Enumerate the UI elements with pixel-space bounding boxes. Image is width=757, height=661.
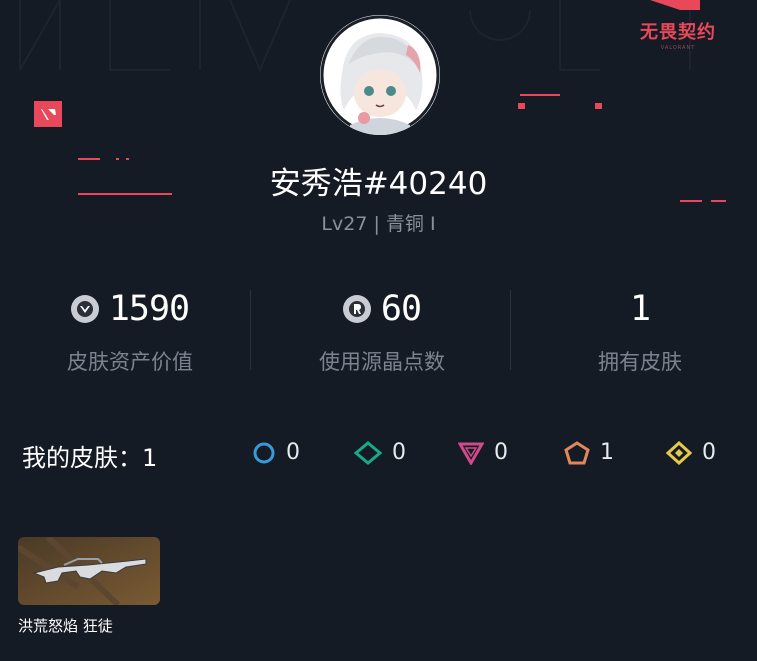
tier-select[interactable]: 0 xyxy=(252,440,300,465)
stat-value: 1590 xyxy=(108,289,190,329)
skin-card[interactable] xyxy=(18,537,160,605)
stat-label: 皮肤资产价值 xyxy=(67,350,193,374)
skin-name: 洪荒怒焰 狂徒 xyxy=(18,617,113,635)
brand-subname: VALORANT xyxy=(660,45,696,51)
valorant-points-icon xyxy=(70,295,99,323)
ultra-tier-icon xyxy=(666,440,692,465)
brand-logo: 无畏契约 VALORANT xyxy=(628,22,728,66)
tier-premium[interactable]: 0 xyxy=(458,440,508,465)
avatar[interactable] xyxy=(320,15,440,135)
level-rank: Lv27 | 青铜 I xyxy=(321,213,436,235)
premium-tier-icon xyxy=(458,442,484,465)
stat-skin-value: 1590 皮肤资产价值 xyxy=(10,283,250,376)
tier-count: 0 xyxy=(494,440,508,465)
tier-count: 0 xyxy=(392,440,406,465)
tier-count: 0 xyxy=(286,440,300,465)
exclusive-tier-icon xyxy=(564,440,590,464)
username: 安秀浩#40240 xyxy=(269,166,488,202)
deluxe-tier-icon xyxy=(354,440,382,465)
tier-deluxe[interactable]: 0 xyxy=(354,440,406,465)
stat-label: 拥有皮肤 xyxy=(598,350,682,374)
tier-count: 0 xyxy=(702,440,716,465)
brand-name: 无畏契约 xyxy=(640,22,716,43)
stat-value: 1 xyxy=(629,289,651,329)
tier-ultra[interactable]: 0 xyxy=(666,440,716,465)
stat-owned-skins: 1 拥有皮肤 xyxy=(520,283,757,376)
tier-exclusive[interactable]: 1 xyxy=(564,440,614,465)
weapon-skin-image xyxy=(18,537,160,605)
my-skins-title: 我的皮肤：1 xyxy=(22,444,158,472)
divider xyxy=(510,290,511,370)
tier-count: 1 xyxy=(600,440,614,465)
stat-label: 使用源晶点数 xyxy=(319,350,445,374)
valorant-logo-icon xyxy=(34,101,62,127)
select-tier-icon xyxy=(253,442,275,463)
radianite-icon xyxy=(342,295,371,323)
divider xyxy=(250,290,251,370)
stat-value: 60 xyxy=(380,289,422,329)
stat-radianite-used: 60 使用源晶点数 xyxy=(262,283,502,376)
